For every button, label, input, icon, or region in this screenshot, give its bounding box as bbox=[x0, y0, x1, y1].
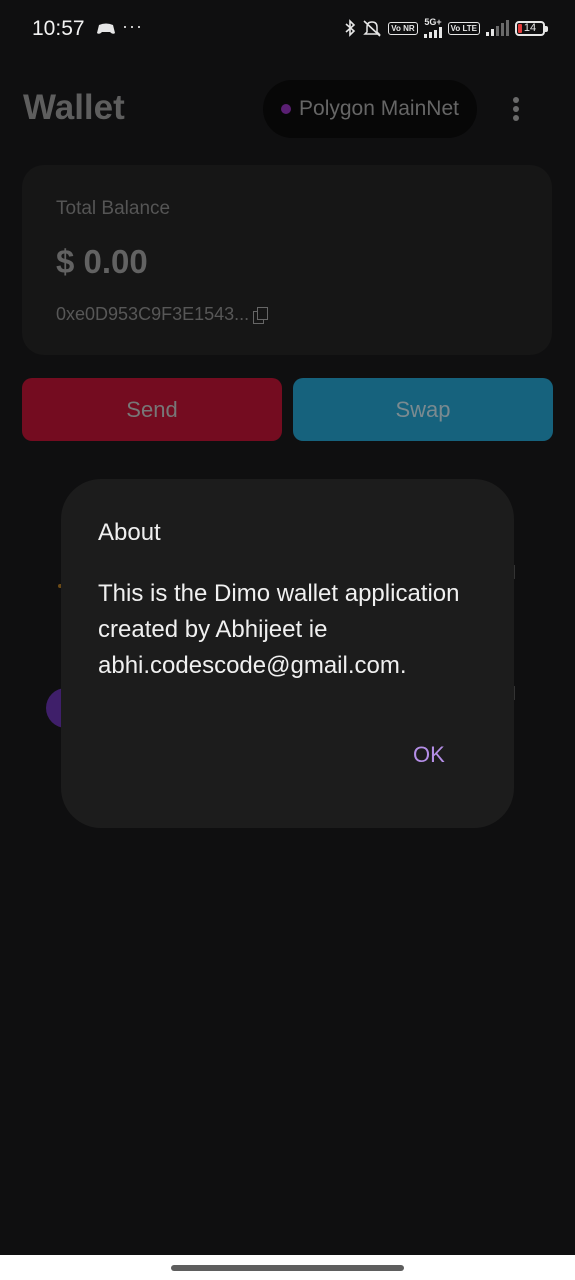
5g-label: 5G+ bbox=[424, 17, 442, 27]
wallet-address[interactable]: 0xe0D953C9F3E1543... bbox=[56, 304, 269, 325]
status-time: 10:57 bbox=[32, 17, 85, 40]
ok-button[interactable]: OK bbox=[413, 740, 445, 770]
mute-icon bbox=[363, 20, 382, 37]
signal-icon bbox=[486, 20, 509, 36]
about-dialog: About This is the Dimo wallet applicatio… bbox=[61, 479, 514, 828]
volte-lte-icon: Vo LTE bbox=[447, 21, 480, 35]
swap-button[interactable]: Swap bbox=[293, 378, 553, 441]
volte-icon: Vo NR bbox=[388, 21, 418, 35]
status-icons: Vo NR 5G+ Vo LTE 14 bbox=[344, 17, 548, 38]
battery-icon: 14 bbox=[515, 20, 548, 36]
wallet-address-text: 0xe0D953C9F3E1543... bbox=[56, 304, 250, 324]
network-selector[interactable]: Polygon MainNet bbox=[263, 80, 477, 138]
copy-icon[interactable] bbox=[253, 306, 269, 324]
kebab-menu-icon[interactable] bbox=[506, 94, 526, 124]
bluetooth-icon bbox=[345, 19, 356, 37]
home-gesture-handle[interactable] bbox=[171, 1265, 404, 1271]
send-button[interactable]: Send bbox=[22, 378, 282, 441]
battery-level: 14 bbox=[523, 21, 537, 34]
5g-signal-icon: 5G+ bbox=[423, 17, 442, 38]
game-icon bbox=[97, 23, 115, 34]
dialog-message: This is the Dimo wallet application crea… bbox=[98, 580, 460, 679]
network-status-dot bbox=[281, 104, 292, 114]
page-title: Wallet bbox=[23, 88, 125, 127]
network-name: Polygon MainNet bbox=[299, 97, 459, 120]
balance-amount: $ 0.00 bbox=[56, 243, 148, 280]
status-bar: 10:57 ··· Vo NR 5G+ Vo LTE 14 bbox=[0, 0, 575, 60]
signal-bars bbox=[423, 27, 442, 38]
balance-card: Total Balance $ 0.00 0xe0D953C9F3E1543..… bbox=[22, 165, 552, 355]
more-notifications-icon: ··· bbox=[122, 16, 143, 36]
balance-label: Total Balance bbox=[56, 198, 171, 219]
dialog-title: About bbox=[98, 519, 161, 546]
navigation-bar bbox=[0, 1255, 575, 1280]
